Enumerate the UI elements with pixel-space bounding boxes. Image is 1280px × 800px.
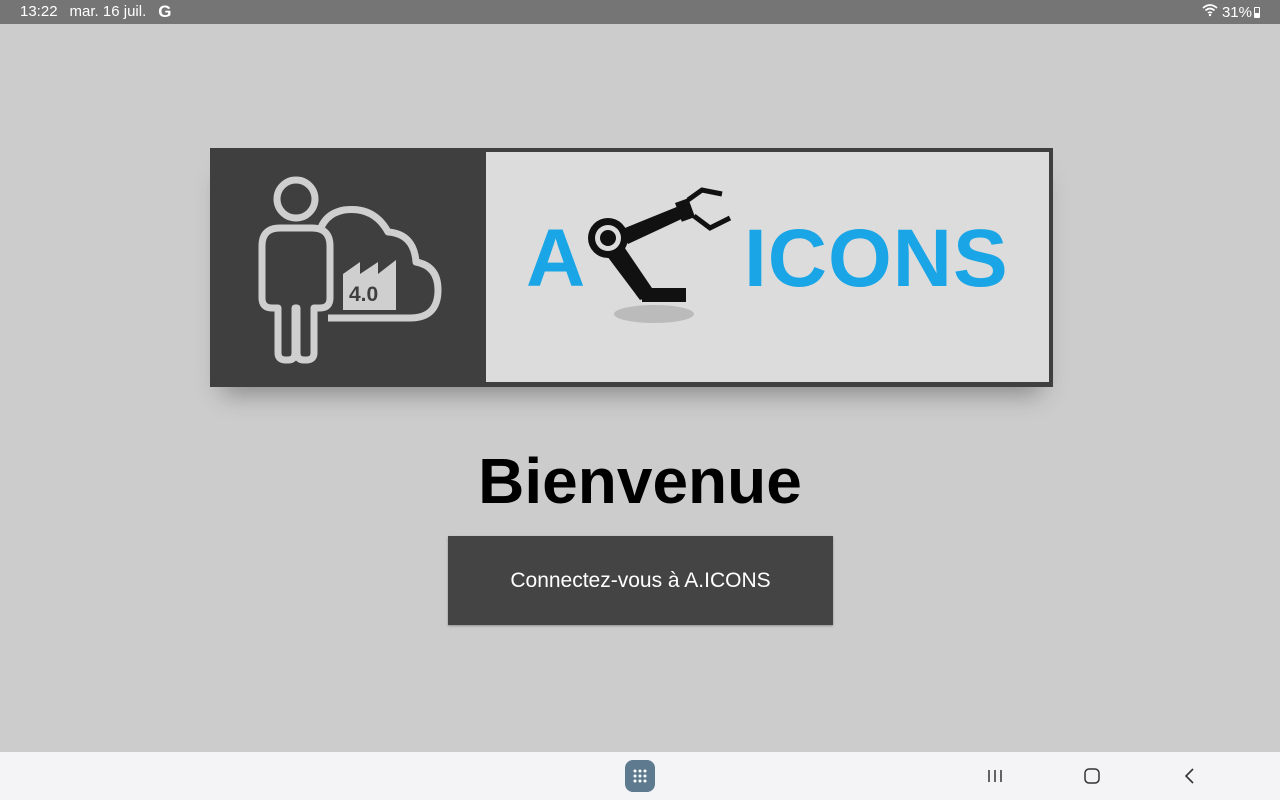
main-content: 4.0 A ICONS Bienvenue Connectez-vous à A… — [0, 24, 1280, 752]
logo-panel: A ICONS — [486, 152, 1049, 382]
apps-grid-icon[interactable] — [625, 760, 655, 792]
welcome-title: Bienvenue — [478, 445, 802, 517]
back-icon[interactable] — [1178, 764, 1202, 788]
cloud-factory-icon: 4.0 — [314, 205, 442, 322]
google-icon: G — [158, 2, 172, 21]
connect-button[interactable]: Connectez-vous à A.ICONS — [448, 536, 833, 625]
logo-text-a: A — [526, 213, 586, 304]
logo-text-icons: ICONS — [744, 213, 1009, 304]
navigation-bar — [0, 752, 1280, 800]
battery-percent: 31% — [1221, 3, 1252, 21]
battery-icon — [1254, 6, 1260, 18]
status-left: 13:22 mar. 16 juil. G — [20, 3, 171, 20]
status-date: mar. 16 juil. — [69, 3, 147, 20]
status-time: 13:22 — [20, 3, 58, 20]
person-icon — [258, 176, 334, 364]
recent-apps-icon[interactable] — [983, 764, 1007, 788]
status-bar: 13:22 mar. 16 juil. G 31% — [0, 0, 1280, 24]
app-banner: 4.0 A ICONS — [210, 148, 1053, 387]
robot-arm-icon — [584, 182, 744, 337]
banner-illustration: 4.0 — [210, 148, 484, 387]
home-icon[interactable] — [1080, 764, 1104, 788]
wifi-icon — [1202, 3, 1222, 21]
status-right: 31% — [1202, 3, 1260, 21]
badge-4-0: 4.0 — [349, 283, 378, 306]
